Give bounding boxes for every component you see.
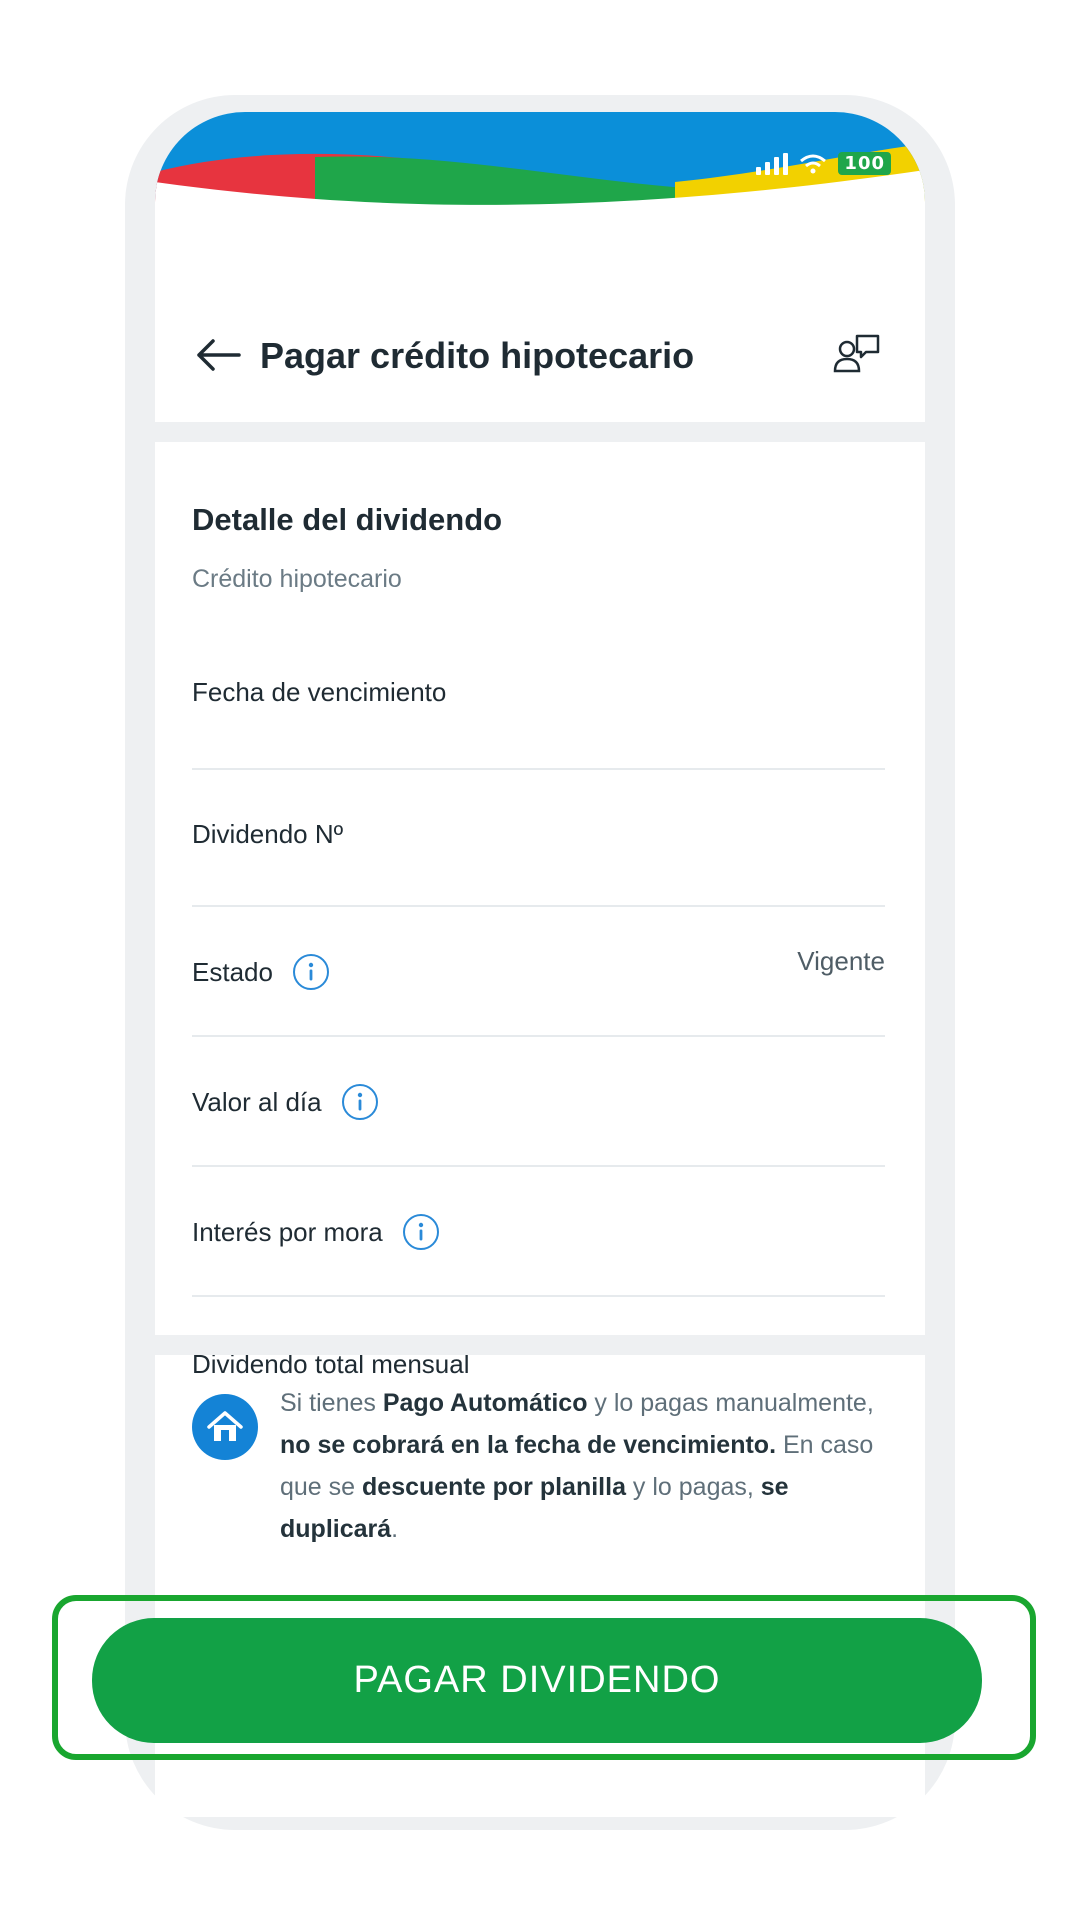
- notice-text-part: Si tienes: [280, 1389, 383, 1417]
- app-header: Pagar crédito hipotecario: [155, 307, 925, 422]
- section-subtitle: Crédito hipotecario: [192, 565, 402, 593]
- notice-bold-part: no se cobrará en la fecha de vencimiento…: [280, 1431, 777, 1459]
- row-divider: [192, 905, 885, 907]
- row-label: Interés por mora: [192, 1214, 439, 1250]
- row-label-text: Valor al día: [192, 1086, 322, 1117]
- help-chat-icon[interactable]: [833, 333, 881, 377]
- info-icon[interactable]: [402, 1214, 439, 1250]
- row-valor-al-dia: Valor al día: [192, 1039, 885, 1167]
- row-divider: [192, 1035, 885, 1037]
- notice-bold-part: descuente por planilla: [362, 1473, 626, 1501]
- row-divider: [192, 1295, 885, 1297]
- row-estado: Estado Vigente: [192, 909, 885, 1037]
- row-label: Estado: [192, 954, 329, 990]
- status-icons: 100: [756, 152, 891, 175]
- wifi-icon: [800, 154, 827, 173]
- row-dividendo-numero: Dividendo Nº: [192, 772, 885, 907]
- signal-icon: [756, 152, 789, 175]
- info-icon[interactable]: [292, 954, 329, 990]
- notice-text-part: .: [391, 1515, 399, 1543]
- page-title: Pagar crédito hipotecario: [260, 335, 695, 376]
- row-label: Valor al día: [192, 1084, 378, 1120]
- row-divider: [192, 1165, 885, 1167]
- row-label: Fecha de vencimiento: [192, 677, 447, 707]
- notice-text-part: y lo pagas manualmente,: [587, 1389, 874, 1417]
- section-divider: [155, 1335, 925, 1355]
- row-divider: [192, 768, 885, 770]
- status-value: Vigente: [797, 946, 885, 976]
- notice-text-part: y lo pagas,: [625, 1473, 761, 1501]
- section-divider: [155, 422, 925, 442]
- row-label: Dividendo Nº: [192, 819, 344, 849]
- row-label-text: Estado: [192, 956, 273, 987]
- row-interes-mora: Interés por mora: [192, 1169, 885, 1297]
- pay-dividend-button[interactable]: PAGAR DIVIDENDO: [92, 1618, 982, 1743]
- house-icon: [192, 1394, 258, 1460]
- info-icon[interactable]: [341, 1084, 378, 1120]
- notice-bold-part: Pago Automático: [382, 1389, 588, 1417]
- row-label-text: Interés por mora: [192, 1216, 383, 1247]
- section-title: Detalle del dividendo: [192, 502, 503, 537]
- row-fecha-vencimiento: Fecha de vencimiento: [192, 642, 885, 770]
- back-arrow-icon[interactable]: [195, 337, 241, 373]
- battery-indicator: 100: [838, 152, 891, 175]
- notice-text: Si tienes Pago Automático y lo pagas man…: [280, 1382, 880, 1550]
- app-screen: 100 Pagar crédito hipotecario Detalle de…: [155, 112, 925, 1817]
